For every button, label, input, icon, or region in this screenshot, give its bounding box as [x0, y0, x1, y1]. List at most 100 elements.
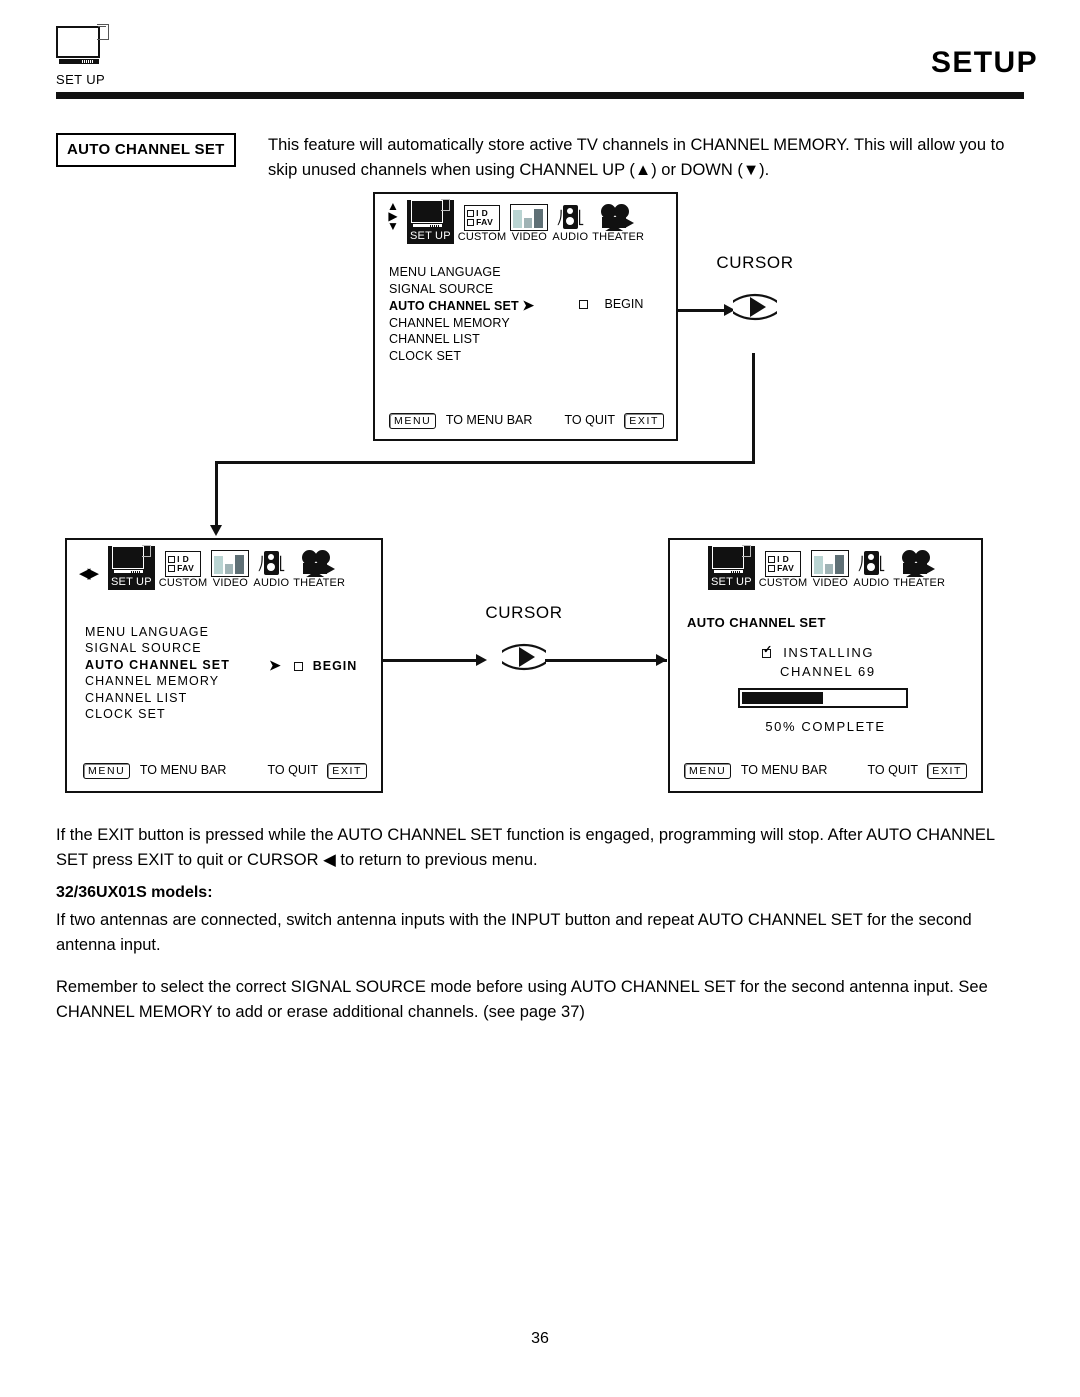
- sound-wave-left-icon: ⎠: [556, 209, 563, 225]
- menu-item-channel-memory[interactable]: CHANNEL MEMORY: [85, 673, 230, 689]
- page-number: 36: [531, 1330, 549, 1347]
- icon-bar-item-audio[interactable]: ⎠ ⎣ AUDIO: [853, 549, 889, 590]
- icon-bar-item-theater[interactable]: THEATER: [893, 550, 945, 590]
- cursor-right-button-icon[interactable]: [733, 277, 777, 337]
- icon-bar-label: SET UP: [711, 576, 752, 588]
- osd-panel-menu-bottom-left: ◀▶ SET UP I D FAV CUSTOM VIDEO ⎠ ⎣ AUDIO…: [65, 538, 383, 793]
- tv-setup-icon: [112, 545, 152, 576]
- progress-fill: [742, 692, 823, 704]
- icon-bar-label: VIDEO: [212, 577, 249, 589]
- osd-panel-menu-top: ▲ ▶ ▼ SET UP I D FAV CUSTOM VIDEO ⎠ ⎣ AU…: [373, 192, 678, 441]
- installing-checkbox: [762, 645, 774, 658]
- osd-footer-bar: MENU TO MENU BAR TO QUIT EXIT: [684, 763, 967, 779]
- sound-wave-right-icon: ⎣: [577, 209, 585, 225]
- quit-hint-text: TO QUIT: [867, 763, 918, 777]
- menu-item-menu-language[interactable]: MENU LANGUAGE: [389, 264, 534, 281]
- tv-setup-icon: [411, 199, 451, 230]
- icon-bar-item-setup[interactable]: SET UP: [108, 545, 155, 590]
- sound-wave-left-icon: ⎠: [257, 555, 264, 571]
- intro-block: AUTO CHANNEL SET This feature will autom…: [56, 133, 1024, 183]
- exit-key-button[interactable]: EXIT: [624, 413, 664, 429]
- header-setup-icon-group: SET UP: [56, 24, 166, 87]
- begin-checkbox[interactable]: [294, 662, 304, 671]
- movie-camera-icon: [300, 550, 338, 577]
- icon-bar-item-audio[interactable]: ⎠ ⎣ AUDIO: [552, 203, 588, 244]
- connector-arrow-4: [656, 654, 667, 666]
- cursor-button-top: CURSOR: [697, 253, 813, 337]
- custom-id-fav-icon: I D FAV: [464, 205, 501, 231]
- page-title: SETUP: [930, 46, 1038, 79]
- icon-bar-item-custom[interactable]: I D FAV CUSTOM: [159, 551, 208, 590]
- osd-footer-bar: MENU TO MENU BAR TO QUIT EXIT: [389, 413, 664, 429]
- icon-bar-item-custom[interactable]: I D FAV CUSTOM: [759, 551, 808, 590]
- icon-bar-item-audio[interactable]: ⎠ ⎣ AUDIO: [253, 549, 289, 590]
- custom-id-fav-icon: I D FAV: [765, 551, 802, 577]
- quit-hint: TO QUIT EXIT: [868, 763, 967, 779]
- icon-bar-label: AUDIO: [253, 577, 290, 589]
- menu-item-channel-memory[interactable]: CHANNEL MEMORY: [389, 315, 534, 332]
- menu-item-signal-source[interactable]: SIGNAL SOURCE: [389, 281, 534, 298]
- begin-control[interactable]: BEGIN: [579, 297, 643, 311]
- icon-bar-label: VIDEO: [812, 577, 849, 589]
- sound-wave-right-icon: ⎣: [278, 555, 286, 571]
- icon-bar-item-theater[interactable]: THEATER: [592, 204, 644, 244]
- models-heading: 32/36UX01S models:: [56, 884, 213, 901]
- icon-bar-item-theater[interactable]: THEATER: [293, 550, 345, 590]
- install-progress-bar: [738, 688, 908, 708]
- feature-badge: AUTO CHANNEL SET: [56, 133, 236, 167]
- cursor-label: CURSOR: [485, 603, 563, 622]
- menu-item-auto-channel-set[interactable]: AUTO CHANNEL SET ➤: [389, 297, 534, 315]
- menu-item-channel-list[interactable]: CHANNEL LIST: [389, 331, 534, 348]
- icon-bar-item-setup[interactable]: SET UP: [407, 199, 454, 244]
- movie-camera-icon: [900, 550, 938, 577]
- sound-wave-left-icon: ⎠: [857, 555, 864, 571]
- custom-fav-text: FAV: [777, 563, 795, 573]
- icon-bar-item-custom[interactable]: I D FAV CUSTOM: [458, 205, 507, 244]
- osd-icon-bar: SET UP I D FAV CUSTOM VIDEO ⎠ ⎣ AUDIO TH…: [407, 199, 644, 244]
- begin-control[interactable]: ➤ BEGIN: [269, 657, 357, 674]
- connector-line-2c: [215, 461, 218, 527]
- begin-label: BEGIN: [312, 659, 358, 673]
- menu-bar-hint: MENU TO MENU BAR: [83, 763, 226, 779]
- installing-row: INSTALLING: [762, 645, 874, 660]
- manual-page: SET UP SETUP AUTO CHANNEL SET This featu…: [0, 0, 1080, 1397]
- nav-arrows-horizontal: ◀▶: [79, 564, 99, 582]
- installing-label: INSTALLING: [783, 645, 875, 660]
- begin-checkbox[interactable]: [579, 300, 588, 309]
- menu-item-channel-list[interactable]: CHANNEL LIST: [85, 690, 230, 706]
- cursor-right-button-icon[interactable]: [502, 627, 546, 687]
- icon-bar-label: THEATER: [592, 231, 645, 243]
- icon-bar-label: VIDEO: [511, 231, 548, 243]
- intro-text: This feature will automatically store ac…: [268, 136, 1005, 179]
- exit-key-button[interactable]: EXIT: [927, 763, 967, 779]
- icon-bar-item-video[interactable]: VIDEO: [811, 550, 850, 590]
- tv-setup-icon: [712, 545, 752, 576]
- connector-line-2a: [752, 353, 755, 463]
- connector-line-3: [383, 659, 476, 662]
- icon-bar-label: THEATER: [293, 577, 346, 589]
- quit-hint: TO QUIT EXIT: [565, 413, 664, 429]
- custom-fav-text: FAV: [177, 563, 195, 573]
- icon-bar-item-setup[interactable]: SET UP: [708, 545, 755, 590]
- menu-item-auto-channel-set[interactable]: AUTO CHANNEL SET: [85, 657, 230, 673]
- menu-key-button[interactable]: MENU: [83, 763, 131, 779]
- menu-key-button[interactable]: MENU: [684, 763, 732, 779]
- custom-id-fav-icon: I D FAV: [165, 551, 202, 577]
- menu-item-signal-source[interactable]: SIGNAL SOURCE: [85, 640, 230, 656]
- connector-line-4: [545, 659, 667, 662]
- menu-item-label: AUTO CHANNEL SET: [389, 299, 519, 314]
- menu-key-button[interactable]: MENU: [389, 413, 437, 429]
- icon-bar-label: AUDIO: [552, 231, 589, 243]
- menu-hint-text: TO MENU BAR: [740, 763, 828, 777]
- arrow-left-icon: ◀: [79, 565, 90, 582]
- menu-item-clock-set[interactable]: CLOCK SET: [389, 348, 534, 365]
- menu-item-menu-language[interactable]: MENU LANGUAGE: [85, 624, 230, 640]
- video-bars-icon: [510, 204, 549, 231]
- exit-key-button[interactable]: EXIT: [327, 763, 367, 779]
- icon-bar-item-video[interactable]: VIDEO: [510, 204, 549, 244]
- menu-item-clock-set[interactable]: CLOCK SET: [85, 706, 230, 722]
- icon-bar-item-video[interactable]: VIDEO: [211, 550, 250, 590]
- icon-bar-label: SET UP: [410, 230, 451, 242]
- menu-bar-hint: MENU TO MENU BAR: [684, 763, 827, 779]
- quit-hint-text: TO QUIT: [267, 763, 318, 777]
